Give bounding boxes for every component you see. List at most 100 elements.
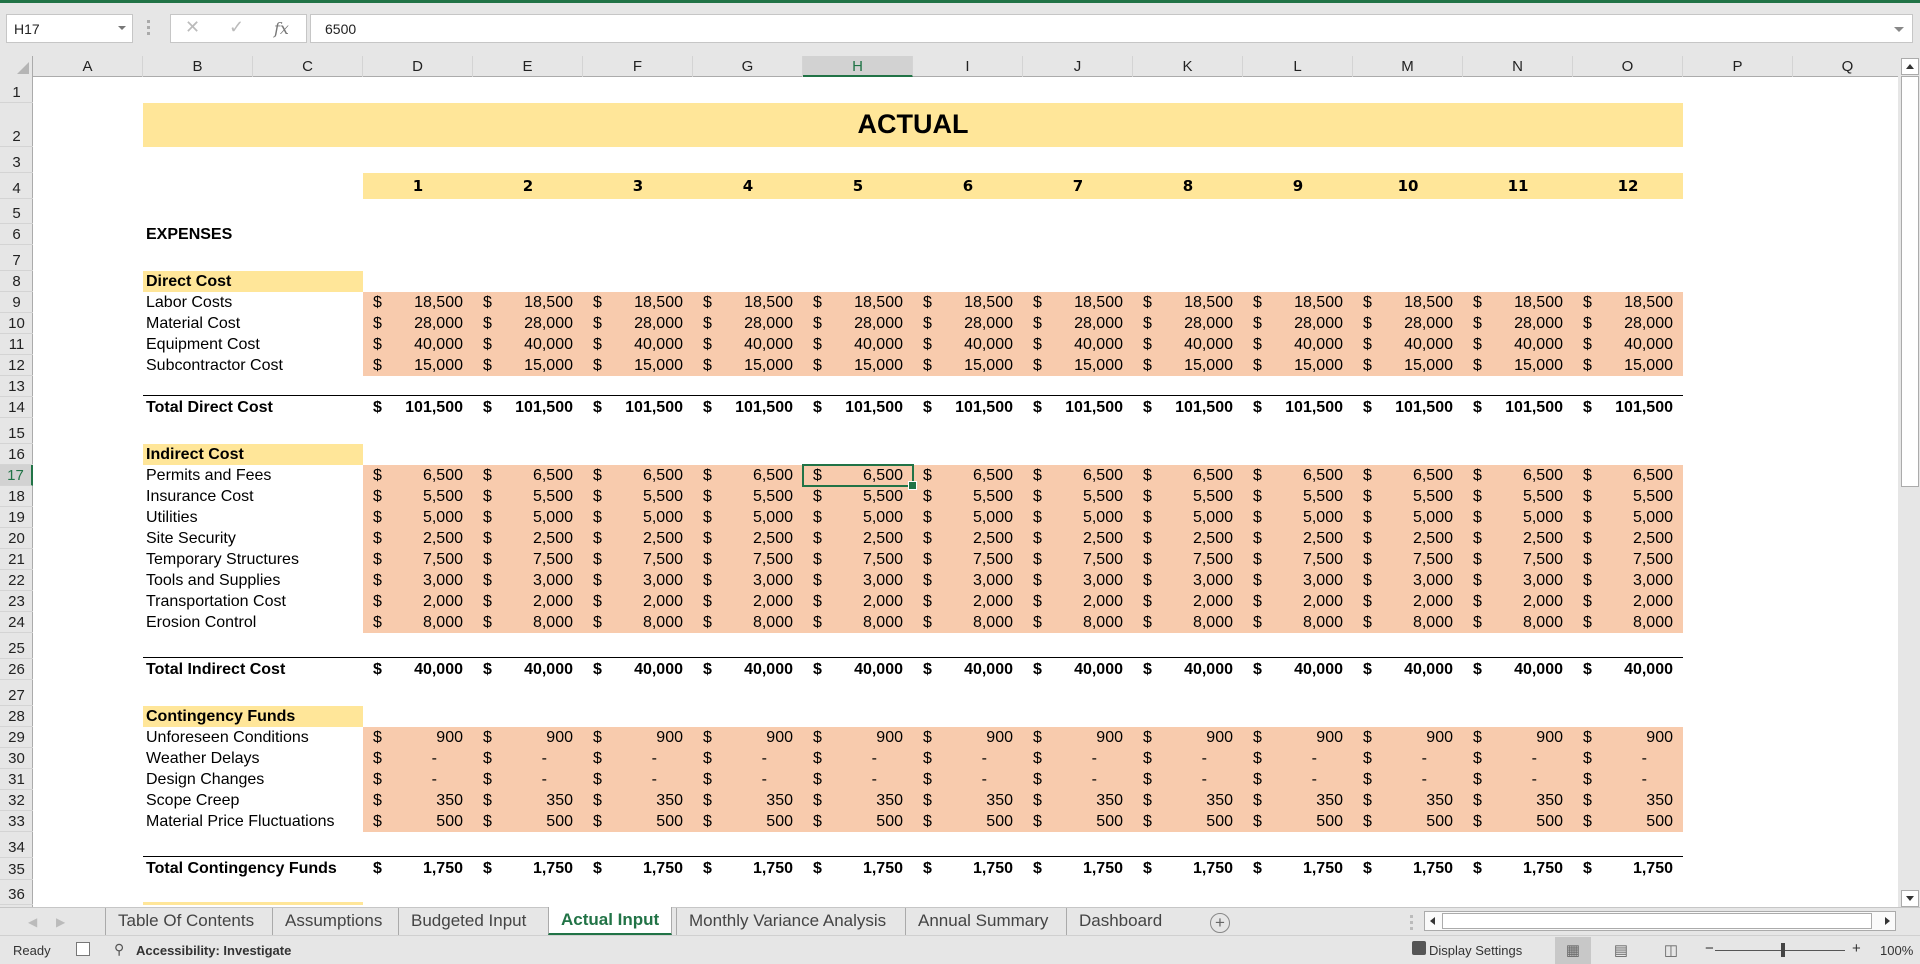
total-value[interactable]: 101,500	[1023, 397, 1123, 418]
column-header-e[interactable]: E	[473, 56, 583, 77]
name-box[interactable]: H17	[6, 14, 133, 43]
total-value[interactable]: 40,000	[913, 659, 1013, 680]
column-header-b[interactable]: B	[143, 56, 253, 77]
value-cell[interactable]: 3,000	[473, 570, 573, 591]
value-cell[interactable]: 6,500	[693, 465, 793, 486]
value-cell[interactable]: 40,000	[1133, 334, 1233, 355]
value-cell[interactable]: 5,000	[1353, 507, 1453, 528]
total-value[interactable]: 101,500	[803, 397, 903, 418]
total-value[interactable]: 1,750	[1353, 858, 1453, 879]
row-header-6[interactable]: 6	[0, 224, 33, 245]
value-cell[interactable]: 8,000	[363, 612, 463, 633]
total-value[interactable]: 40,000	[693, 659, 793, 680]
tab-budgeted-input[interactable]: Budgeted Input	[398, 908, 538, 935]
value-cell[interactable]: -	[1573, 748, 1647, 769]
value-cell[interactable]: 15,000	[1353, 355, 1453, 376]
value-cell[interactable]: 15,000	[913, 355, 1013, 376]
value-cell[interactable]: 2,500	[693, 528, 793, 549]
value-cell[interactable]: 40,000	[1243, 334, 1343, 355]
accessibility-status[interactable]: Accessibility: Investigate	[136, 943, 291, 958]
column-header-i[interactable]: I	[913, 56, 1023, 77]
value-cell[interactable]: -	[1023, 748, 1097, 769]
value-cell[interactable]: 5,000	[363, 507, 463, 528]
value-cell[interactable]: 7,500	[473, 549, 573, 570]
value-cell[interactable]: 5,500	[803, 486, 903, 507]
zoom-in-button[interactable]: +	[1852, 940, 1861, 957]
tab-actual-input[interactable]: Actual Input	[548, 907, 673, 935]
value-cell[interactable]: 5,500	[1463, 486, 1563, 507]
value-cell[interactable]: 2,000	[693, 591, 793, 612]
scroll-up-icon[interactable]	[1901, 58, 1919, 75]
value-cell[interactable]: 500	[693, 811, 793, 832]
value-cell[interactable]: 350	[583, 790, 683, 811]
total-value[interactable]: 1,750	[1023, 858, 1123, 879]
value-cell[interactable]: 3,000	[693, 570, 793, 591]
value-cell[interactable]: 28,000	[1573, 313, 1673, 334]
column-header-j[interactable]: J	[1023, 56, 1133, 77]
value-cell[interactable]: -	[1243, 748, 1317, 769]
zoom-slider[interactable]	[1715, 950, 1845, 951]
formula-input[interactable]: 6500	[310, 14, 1913, 43]
value-cell[interactable]: 15,000	[1573, 355, 1673, 376]
total-value[interactable]: 101,500	[473, 397, 573, 418]
row-header-35[interactable]: 35	[0, 858, 33, 880]
value-cell[interactable]: 2,500	[803, 528, 903, 549]
value-cell[interactable]: 15,000	[583, 355, 683, 376]
display-settings-icon[interactable]	[1412, 941, 1426, 955]
value-cell[interactable]: 2,500	[363, 528, 463, 549]
value-cell[interactable]: 18,500	[1243, 292, 1343, 313]
total-value[interactable]: 1,750	[803, 858, 903, 879]
select-all-button[interactable]	[0, 56, 33, 77]
row-header-13[interactable]: 13	[0, 376, 33, 397]
value-cell[interactable]: 2,000	[1353, 591, 1453, 612]
value-cell[interactable]: 350	[1573, 790, 1673, 811]
row-header-16[interactable]: 16	[0, 444, 33, 465]
total-value[interactable]: 1,750	[363, 858, 463, 879]
tab-annual-summary[interactable]: Annual Summary	[905, 908, 1060, 935]
value-cell[interactable]: -	[693, 748, 767, 769]
row-header-18[interactable]: 18	[0, 486, 33, 507]
value-cell[interactable]: 40,000	[803, 334, 903, 355]
value-cell[interactable]: 2,000	[1243, 591, 1343, 612]
total-value[interactable]: 1,750	[693, 858, 793, 879]
value-cell[interactable]: -	[803, 769, 877, 790]
total-value[interactable]: 101,500	[583, 397, 683, 418]
value-cell[interactable]: 5,500	[1023, 486, 1123, 507]
value-cell[interactable]: 2,000	[803, 591, 903, 612]
value-cell[interactable]: 28,000	[1133, 313, 1233, 334]
value-cell[interactable]: 6,500	[1353, 465, 1453, 486]
value-cell[interactable]: 5,000	[583, 507, 683, 528]
total-value[interactable]: 40,000	[1573, 659, 1673, 680]
value-cell[interactable]: -	[1463, 769, 1537, 790]
value-cell[interactable]: 350	[473, 790, 573, 811]
value-cell[interactable]: 28,000	[473, 313, 573, 334]
value-cell[interactable]: 2,000	[583, 591, 683, 612]
total-value[interactable]: 40,000	[1133, 659, 1233, 680]
zoom-level[interactable]: 100%	[1880, 943, 1913, 958]
value-cell[interactable]: 6,500	[1023, 465, 1123, 486]
value-cell[interactable]: 5,000	[803, 507, 903, 528]
row-header-11[interactable]: 11	[0, 334, 33, 355]
value-cell[interactable]: 6,500	[363, 465, 463, 486]
value-cell[interactable]: 28,000	[913, 313, 1013, 334]
value-cell[interactable]: 2,000	[1573, 591, 1673, 612]
value-cell[interactable]: 500	[1243, 811, 1343, 832]
normal-view-icon[interactable]: ▦	[1555, 937, 1591, 964]
value-cell[interactable]: 8,000	[803, 612, 903, 633]
value-cell[interactable]: 6,500	[473, 465, 573, 486]
row-header-25[interactable]: 25	[0, 633, 33, 659]
value-cell[interactable]: 8,000	[1353, 612, 1453, 633]
display-settings-button[interactable]: Display Settings	[1429, 943, 1522, 958]
value-cell[interactable]: 2,500	[1573, 528, 1673, 549]
value-cell[interactable]: 6,500	[1463, 465, 1563, 486]
drag-handle-icon[interactable]	[147, 20, 151, 36]
value-cell[interactable]: 350	[1023, 790, 1123, 811]
value-cell[interactable]: 900	[583, 727, 683, 748]
row-header-30[interactable]: 30	[0, 748, 33, 769]
row-header-1[interactable]: 1	[0, 77, 33, 103]
value-cell[interactable]: 7,500	[803, 549, 903, 570]
row-header-34[interactable]: 34	[0, 832, 33, 858]
accessibility-icon[interactable]: ⚲	[114, 941, 124, 958]
value-cell[interactable]: -	[693, 769, 767, 790]
row-header-32[interactable]: 32	[0, 790, 33, 811]
